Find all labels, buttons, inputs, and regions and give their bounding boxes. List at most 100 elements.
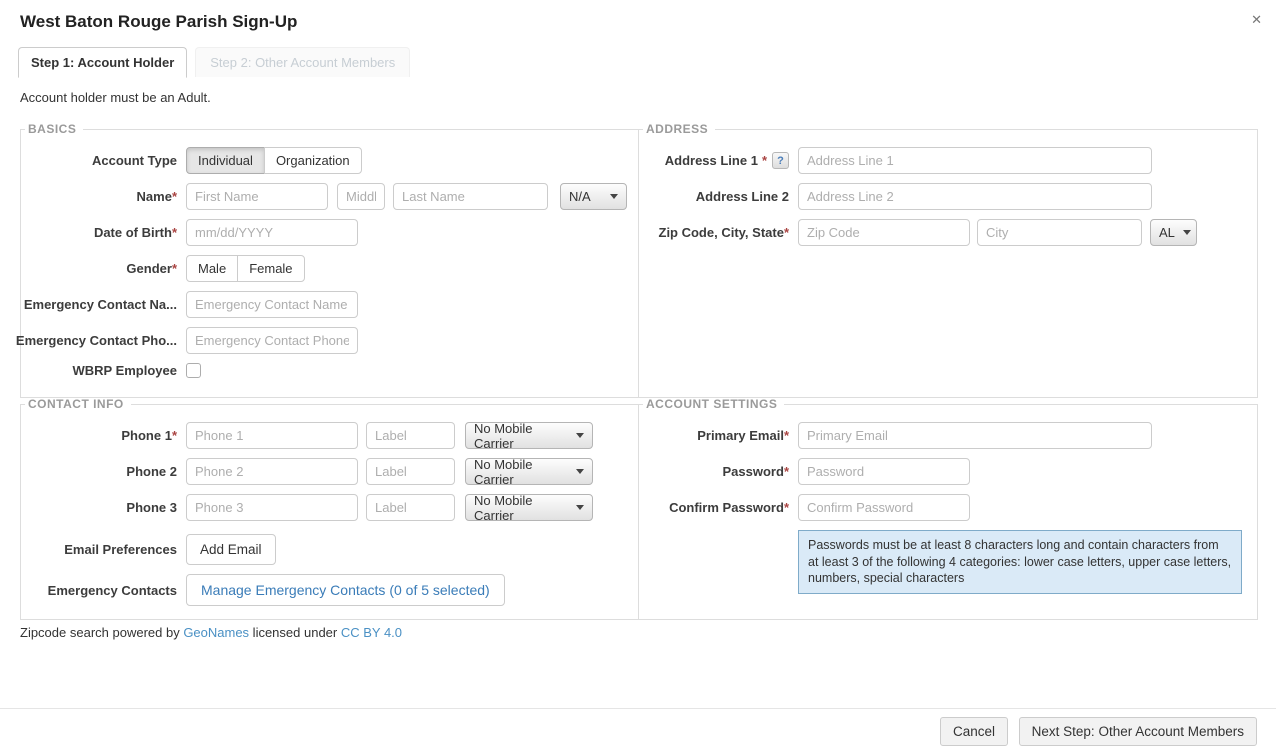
email-preferences-row: Email Preferences Add Email	[21, 534, 630, 565]
account-type-toggle: Individual Organization	[186, 147, 362, 174]
city-input[interactable]	[977, 219, 1142, 246]
account-type-label: Account Type	[21, 153, 186, 168]
zipcode-attribution: Zipcode search powered by GeoNames licen…	[20, 625, 1276, 640]
phone1-input[interactable]	[186, 422, 358, 449]
emergency-contact-name-row: Emergency Contact Na...	[21, 291, 630, 318]
wbrp-employee-label: WBRP Employee	[21, 363, 186, 378]
name-label: Name*	[21, 189, 186, 204]
basics-legend: BASICS	[25, 122, 83, 136]
gender-label: Gender*	[21, 261, 186, 276]
tab-step1-account-holder[interactable]: Step 1: Account Holder	[18, 47, 187, 78]
password-input[interactable]	[798, 458, 970, 485]
gender-row: Gender* Male Female	[21, 255, 630, 282]
emergency-contact-name-input[interactable]	[186, 291, 358, 318]
chevron-down-icon	[576, 433, 584, 438]
address-line1-row: Address Line 1* ?	[639, 147, 1249, 174]
cc-by-link[interactable]: CC BY 4.0	[341, 625, 402, 640]
phone1-label-input[interactable]	[366, 422, 455, 449]
phone2-carrier-value: No Mobile Carrier	[474, 457, 568, 487]
attribution-text: licensed under	[249, 625, 341, 640]
emergency-contact-phone-input[interactable]	[186, 327, 358, 354]
add-email-button[interactable]: Add Email	[186, 534, 276, 565]
phone2-label-input[interactable]	[366, 458, 455, 485]
emergency-contact-phone-row: Emergency Contact Pho...	[21, 327, 630, 354]
phone3-row: Phone 3 No Mobile Carrier	[21, 494, 630, 521]
password-label: Password*	[639, 464, 798, 479]
account-type-organization-button[interactable]: Organization	[264, 147, 362, 174]
dob-row: Date of Birth*	[21, 219, 630, 246]
primary-email-input[interactable]	[798, 422, 1152, 449]
phone1-row: Phone 1* No Mobile Carrier	[21, 422, 630, 449]
dob-input[interactable]	[186, 219, 358, 246]
emergency-contacts-label: Emergency Contacts	[21, 583, 186, 598]
confirm-password-input[interactable]	[798, 494, 970, 521]
phone3-input[interactable]	[186, 494, 358, 521]
primary-email-label: Primary Email*	[639, 428, 798, 443]
tab-bar: Step 1: Account Holder Step 2: Other Acc…	[18, 47, 1276, 77]
confirm-password-label: Confirm Password*	[639, 500, 798, 515]
emergency-contact-name-label: Emergency Contact Na...	[21, 297, 186, 312]
address-line2-input[interactable]	[798, 183, 1152, 210]
phone3-label: Phone 3	[21, 500, 186, 515]
account-settings-section: ACCOUNT SETTINGS Primary Email* Password…	[638, 397, 1258, 620]
geonames-link[interactable]: GeoNames	[183, 625, 249, 640]
zip-city-state-label: Zip Code, City, State*	[639, 225, 798, 240]
zip-city-state-row: Zip Code, City, State* AL	[639, 219, 1249, 246]
modal-footer: Cancel Next Step: Other Account Members	[0, 708, 1276, 752]
phone2-row: Phone 2 No Mobile Carrier	[21, 458, 630, 485]
attribution-text: Zipcode search powered by	[20, 625, 183, 640]
chevron-down-icon	[610, 194, 618, 199]
state-value: AL	[1159, 225, 1175, 240]
primary-email-row: Primary Email*	[639, 422, 1249, 449]
phone2-label: Phone 2	[21, 464, 186, 479]
manage-emergency-contacts-button[interactable]: Manage Emergency Contacts (0 of 5 select…	[186, 574, 505, 606]
form-grid: BASICS Account Type Individual Organizat…	[20, 122, 1258, 620]
phone3-label-input[interactable]	[366, 494, 455, 521]
phone2-carrier-select[interactable]: No Mobile Carrier	[465, 458, 593, 485]
phone3-carrier-select[interactable]: No Mobile Carrier	[465, 494, 593, 521]
password-row: Password*	[639, 458, 1249, 485]
address-line2-label: Address Line 2	[639, 189, 798, 204]
next-step-button[interactable]: Next Step: Other Account Members	[1019, 717, 1257, 746]
name-row: Name* N/A	[21, 183, 630, 210]
account-type-row: Account Type Individual Organization	[21, 147, 630, 174]
first-name-input[interactable]	[186, 183, 328, 210]
state-select[interactable]: AL	[1150, 219, 1197, 246]
last-name-input[interactable]	[393, 183, 548, 210]
name-suffix-select[interactable]: N/A	[560, 183, 627, 210]
phone2-input[interactable]	[186, 458, 358, 485]
help-icon[interactable]: ?	[772, 152, 789, 169]
chevron-down-icon	[1183, 230, 1191, 235]
close-icon[interactable]: ✕	[1251, 13, 1262, 26]
tab-step2-other-members[interactable]: Step 2: Other Account Members	[195, 47, 410, 77]
dob-label: Date of Birth*	[21, 225, 186, 240]
address-section: ADDRESS Address Line 1* ? Address Line 2…	[638, 122, 1258, 398]
confirm-password-row: Confirm Password*	[639, 494, 1249, 521]
basics-section: BASICS Account Type Individual Organizat…	[20, 122, 639, 398]
phone1-carrier-value: No Mobile Carrier	[474, 421, 568, 451]
middle-name-input[interactable]	[337, 183, 385, 210]
gender-toggle: Male Female	[186, 255, 305, 282]
page-title: West Baton Rouge Parish Sign-Up	[20, 12, 1256, 32]
modal-header: West Baton Rouge Parish Sign-Up ✕	[0, 0, 1276, 32]
address-legend: ADDRESS	[643, 122, 715, 136]
contact-info-section: CONTACT INFO Phone 1* No Mobile Carrier …	[20, 397, 639, 620]
phone1-carrier-select[interactable]: No Mobile Carrier	[465, 422, 593, 449]
chevron-down-icon	[576, 469, 584, 474]
address-line1-input[interactable]	[798, 147, 1152, 174]
emergency-contacts-row: Emergency Contacts Manage Emergency Cont…	[21, 574, 630, 606]
gender-male-button[interactable]: Male	[186, 255, 238, 282]
phone1-label: Phone 1*	[21, 428, 186, 443]
adult-note: Account holder must be an Adult.	[20, 90, 1276, 105]
cancel-button[interactable]: Cancel	[940, 717, 1008, 746]
wbrp-employee-row: WBRP Employee	[21, 363, 630, 378]
account-type-individual-button[interactable]: Individual	[186, 147, 265, 174]
wbrp-employee-checkbox[interactable]	[186, 363, 201, 378]
name-suffix-value: N/A	[569, 189, 591, 204]
password-requirements-note: Passwords must be at least 8 characters …	[798, 530, 1242, 594]
chevron-down-icon	[576, 505, 584, 510]
gender-female-button[interactable]: Female	[237, 255, 304, 282]
account-settings-legend: ACCOUNT SETTINGS	[643, 397, 784, 411]
phone3-carrier-value: No Mobile Carrier	[474, 493, 568, 523]
zip-code-input[interactable]	[798, 219, 970, 246]
